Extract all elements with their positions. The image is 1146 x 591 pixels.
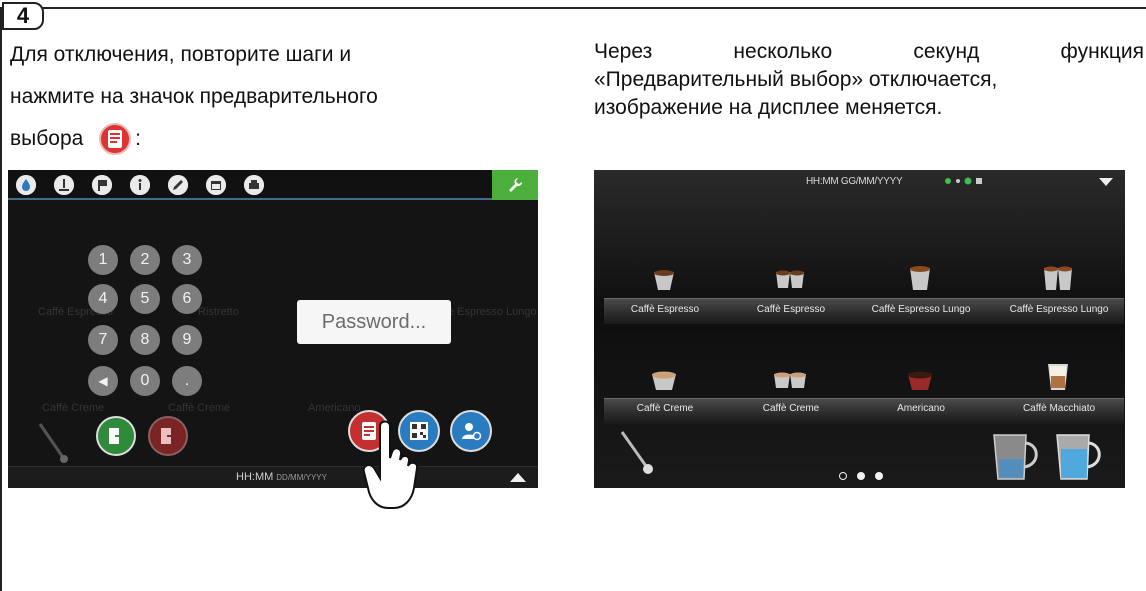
keypad-5[interactable]: 5 <box>130 284 160 314</box>
left-line-3: выбора : <box>10 118 530 160</box>
pointing-hand-icon <box>362 420 419 509</box>
water-drop-icon[interactable] <box>16 175 36 195</box>
keypad-2[interactable]: 2 <box>130 245 160 275</box>
pencil-icon[interactable] <box>168 175 188 195</box>
steam-wand-icon[interactable] <box>618 428 658 478</box>
lungo-cup-icon[interactable] <box>902 262 938 296</box>
calendar-icon[interactable] <box>206 175 226 195</box>
right-line-2: «Предварительный выбор» отключается, <box>594 68 998 91</box>
printer-icon[interactable] <box>244 175 264 195</box>
left-line-1: Для отключения, повторите шаги и <box>10 43 352 66</box>
keypad-backspace[interactable]: ◀ <box>88 366 118 396</box>
keypad-6[interactable]: 6 <box>172 284 202 314</box>
keypad-1[interactable]: 1 <box>88 245 118 275</box>
drink-label[interactable]: Caffè Macchiato <box>994 403 1124 414</box>
status-icons <box>945 177 982 185</box>
info-icon[interactable] <box>130 175 150 195</box>
lungo-cup-icon[interactable] <box>1040 262 1076 296</box>
creme-cup-icon[interactable] <box>646 364 682 398</box>
drink-label[interactable]: Caffè Espresso Lungo <box>994 304 1124 315</box>
main-topbar: HH:MM GG/MM/YYYY <box>594 170 1125 192</box>
wrench-icon[interactable] <box>492 170 538 200</box>
preselection-icon <box>99 123 132 156</box>
keypad-4[interactable]: 4 <box>88 284 118 314</box>
page-dot[interactable] <box>839 472 847 480</box>
right-word-3: секунд <box>913 40 980 63</box>
keypad-9[interactable]: 9 <box>172 325 202 355</box>
drink-label[interactable]: Caffè Espresso <box>600 304 730 315</box>
drink-label[interactable]: Caffè Espresso Lungo <box>856 304 986 315</box>
frame-top-border <box>0 7 1146 9</box>
right-word-4: функция <box>1060 40 1144 63</box>
bg-drink-label: Ristretto <box>198 306 239 318</box>
status-datetime: HH:MM GG/MM/YYYY <box>806 176 903 187</box>
drink-label[interactable]: Americano <box>856 403 986 414</box>
status-datetime: HH:MM DD/MM/YYYY <box>236 471 327 483</box>
exit-disabled-button[interactable] <box>148 416 188 456</box>
bg-drink-label: Caffè Creme <box>168 402 231 414</box>
hot-water-jug-icon[interactable] <box>1049 425 1109 485</box>
keypad-0[interactable]: 0 <box>130 366 160 396</box>
right-word-1: Через <box>594 40 653 63</box>
right-instruction: Через несколько секунд функция «Предвари… <box>594 38 1144 122</box>
bg-drink-label: Caffè Creme <box>42 402 105 414</box>
frame-left-border <box>0 7 2 591</box>
milk-jug-icon[interactable] <box>986 425 1046 485</box>
keypad-7[interactable]: 7 <box>88 325 118 355</box>
left-instruction: Для отключения, повторите шаги и нажмите… <box>10 34 530 160</box>
password-input[interactable]: Password... <box>297 300 451 344</box>
americano-cup-icon[interactable] <box>902 364 938 398</box>
left-line-2: нажмите на значок предварительного <box>10 85 378 108</box>
macchiato-glass-icon[interactable] <box>1040 360 1076 394</box>
left-line-3-colon: : <box>135 127 142 150</box>
page-dot[interactable] <box>857 472 865 480</box>
drink-label[interactable]: Caffè Espresso <box>726 304 856 315</box>
drink-label[interactable]: Caffè Creme <box>600 403 730 414</box>
settings-screen: Caffè Espresso Ristretto Caffè Espresso … <box>8 170 538 488</box>
espresso-cup-icon[interactable] <box>772 264 808 298</box>
flag-icon[interactable] <box>92 175 112 195</box>
exit-button[interactable] <box>96 416 136 456</box>
right-line-1: Через несколько секунд функция <box>594 38 1144 66</box>
keypad-dot[interactable]: . <box>172 366 202 396</box>
right-line-3: изображение на дисплее меняется. <box>594 96 943 119</box>
step-number-badge: 4 <box>2 2 44 30</box>
expand-up-icon[interactable] <box>510 473 526 482</box>
expand-down-icon[interactable] <box>1099 178 1113 186</box>
page-dot[interactable] <box>875 472 883 480</box>
steam-wand-icon <box>38 423 68 463</box>
right-word-2: несколько <box>733 40 833 63</box>
drink-label[interactable]: Caffè Creme <box>726 403 856 414</box>
exit-door-icon <box>109 428 126 444</box>
left-line-3-text: выбора <box>10 127 84 150</box>
keypad-8[interactable]: 8 <box>130 325 160 355</box>
page-indicator <box>839 472 883 480</box>
exit-door-icon <box>161 428 178 444</box>
keypad-3[interactable]: 3 <box>172 245 202 275</box>
user-settings-button[interactable] <box>450 410 492 452</box>
settings-topbar <box>8 170 538 200</box>
status-bar: HH:MM DD/MM/YYYY <box>8 466 538 488</box>
thermometer-icon[interactable] <box>54 175 74 195</box>
creme-cup-icon[interactable] <box>772 364 808 398</box>
user-gear-icon <box>462 423 482 441</box>
bg-drink-label: Americano <box>308 402 361 414</box>
espresso-cup-icon[interactable] <box>646 264 682 298</box>
drink-selection-screen: HH:MM GG/MM/YYYY Caffè Espresso Caffè Es… <box>594 170 1125 488</box>
